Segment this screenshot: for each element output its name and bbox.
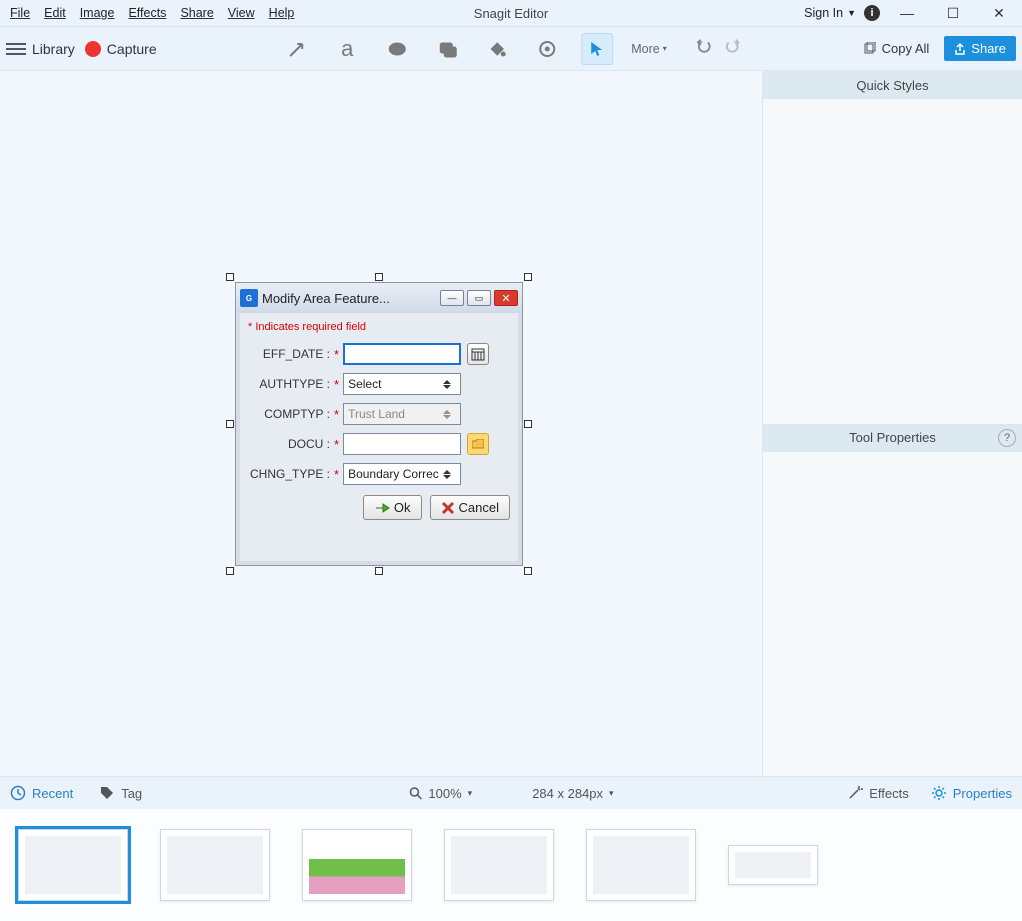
- authtype-select: Select: [343, 373, 461, 395]
- docu-input: [343, 433, 461, 455]
- eff-date-input: [343, 343, 461, 365]
- callout-tool-icon[interactable]: [381, 33, 413, 65]
- wand-icon: [847, 785, 863, 801]
- share-icon: [954, 43, 966, 55]
- ok-button: Ok: [363, 495, 422, 520]
- magnifier-icon: [408, 786, 422, 800]
- dialog-minimize-icon: —: [440, 290, 464, 306]
- menu-file[interactable]: File: [10, 6, 30, 20]
- gear-icon: [931, 785, 947, 801]
- canvas[interactable]: G Modify Area Feature... — ▭ ✕ * Indicat…: [0, 71, 762, 776]
- dialog-close-icon: ✕: [494, 290, 518, 306]
- properties-button[interactable]: Properties: [931, 785, 1012, 801]
- copy-icon: [863, 42, 877, 56]
- fill-tool-icon[interactable]: [481, 33, 513, 65]
- bottom-bar: Recent Tag 100%▾ 284 x 284px▾ Effects Pr…: [0, 776, 1022, 809]
- thumbnail-6[interactable]: [728, 845, 818, 885]
- redo-icon[interactable]: [723, 37, 741, 60]
- capture-button[interactable]: Capture: [107, 41, 157, 57]
- arrow-tool-icon[interactable]: [281, 33, 313, 65]
- tag-icon: [99, 785, 115, 801]
- chng-type-select: Boundary Correct: [343, 463, 461, 485]
- tag-button[interactable]: Tag: [99, 785, 142, 801]
- comptyp-label: COMPTYP :: [248, 407, 330, 421]
- thumbnail-2[interactable]: [160, 829, 270, 901]
- folder-icon: [467, 433, 489, 455]
- menu-view[interactable]: View: [228, 6, 255, 20]
- clock-icon: [10, 785, 26, 801]
- zoom-control[interactable]: 100%▾: [408, 786, 472, 801]
- dropdown-icon: [438, 373, 456, 395]
- thumbnail-5[interactable]: [586, 829, 696, 901]
- menu-bar: File Edit Image Effects Share View Help: [0, 6, 294, 20]
- menu-share[interactable]: Share: [180, 6, 213, 20]
- menu-edit[interactable]: Edit: [44, 6, 66, 20]
- thumbnail-4[interactable]: [444, 829, 554, 901]
- toolbar: Library Capture a More▾ Copy All Share: [0, 27, 1022, 71]
- thumbnail-3[interactable]: [302, 829, 412, 901]
- undo-icon[interactable]: [695, 37, 713, 60]
- cancel-button: Cancel: [430, 495, 510, 520]
- selected-capture[interactable]: G Modify Area Feature... — ▭ ✕ * Indicat…: [230, 277, 528, 571]
- library-button[interactable]: Library: [32, 41, 75, 57]
- main-area: G Modify Area Feature... — ▭ ✕ * Indicat…: [0, 71, 1022, 776]
- text-tool-icon[interactable]: a: [331, 33, 363, 65]
- dialog-maximize-icon: ▭: [467, 290, 491, 306]
- effects-button[interactable]: Effects: [847, 785, 909, 801]
- dimensions-control[interactable]: 284 x 284px▾: [532, 786, 613, 801]
- hamburger-icon[interactable]: [6, 43, 26, 55]
- tool-properties-header[interactable]: Tool Properties ?: [763, 424, 1022, 452]
- record-icon: [85, 41, 101, 57]
- chng-type-label: CHNG_TYPE :: [248, 467, 330, 481]
- share-button[interactable]: Share: [944, 36, 1016, 61]
- captured-dialog-titlebar: G Modify Area Feature... — ▭ ✕: [236, 283, 522, 313]
- help-icon[interactable]: ?: [998, 429, 1016, 447]
- dialog-app-icon: G: [240, 289, 258, 307]
- quick-styles-header[interactable]: Quick Styles: [763, 71, 1022, 99]
- menu-help[interactable]: Help: [269, 6, 295, 20]
- minimize-button[interactable]: —: [888, 1, 926, 25]
- ok-arrow-icon: [374, 501, 390, 515]
- maximize-button[interactable]: ☐: [934, 1, 972, 25]
- side-panel: Quick Styles Tool Properties ?: [762, 71, 1022, 776]
- stamp-tool-icon[interactable]: [531, 33, 563, 65]
- docu-label: DOCU :: [248, 437, 330, 451]
- signin-dropdown[interactable]: Sign In▼: [804, 6, 856, 20]
- copy-all-button[interactable]: Copy All: [856, 36, 937, 61]
- thumbnail-1[interactable]: [18, 829, 128, 901]
- filmstrip[interactable]: [0, 809, 1022, 921]
- dropdown-icon: [438, 403, 456, 425]
- close-window-button[interactable]: ✕: [980, 1, 1018, 25]
- dialog-title: Modify Area Feature...: [262, 291, 436, 306]
- more-tools-button[interactable]: More▾: [631, 42, 667, 56]
- title-bar: File Edit Image Effects Share View Help …: [0, 0, 1022, 27]
- info-icon[interactable]: i: [864, 5, 880, 21]
- shape-tool-icon[interactable]: [431, 33, 463, 65]
- eff-date-label: EFF_DATE :: [248, 347, 330, 361]
- required-note: * Indicates required field: [248, 321, 510, 333]
- cancel-x-icon: [441, 501, 455, 515]
- app-title: Snagit Editor: [474, 6, 548, 21]
- menu-image[interactable]: Image: [80, 6, 115, 20]
- calendar-icon: [467, 343, 489, 365]
- authtype-label: AUTHTYPE :: [248, 377, 330, 391]
- comptyp-select: Trust Land: [343, 403, 461, 425]
- menu-effects[interactable]: Effects: [128, 6, 166, 20]
- move-tool-icon[interactable]: [581, 33, 613, 65]
- tool-group: a More▾: [281, 33, 741, 65]
- dropdown-icon: [439, 463, 456, 485]
- recent-button[interactable]: Recent: [10, 785, 73, 801]
- captured-dialog: G Modify Area Feature... — ▭ ✕ * Indicat…: [235, 282, 523, 566]
